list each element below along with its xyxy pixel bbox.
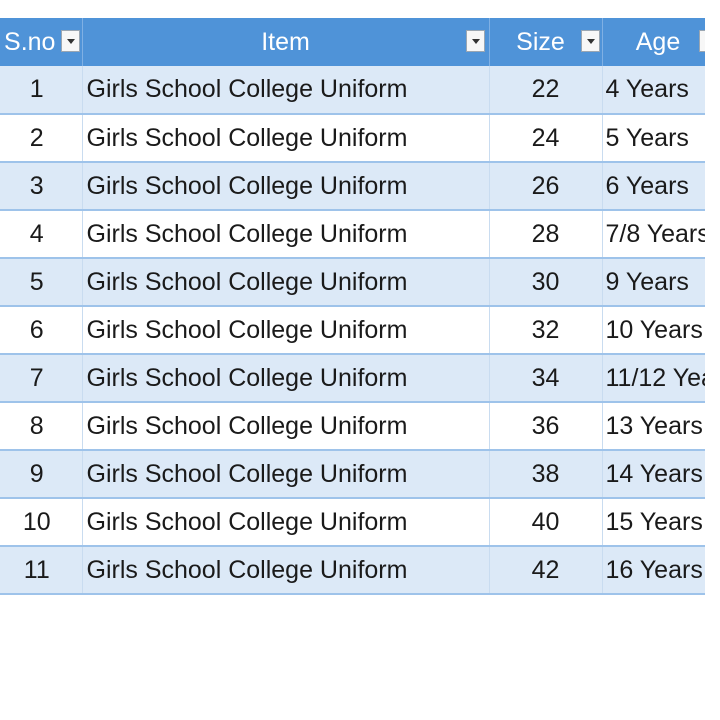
cell-sno[interactable]: 10 — [0, 498, 83, 547]
cell-item[interactable]: Girls School College Uniform — [82, 162, 490, 211]
cell-size[interactable]: 36 — [489, 402, 603, 451]
cell-sno[interactable]: 3 — [0, 162, 83, 211]
cell-age[interactable]: 15 Years — [602, 498, 705, 547]
header-sno: S.no — [0, 18, 83, 66]
cell-item[interactable]: Girls School College Uniform — [82, 210, 490, 259]
cell-sno[interactable]: 1 — [0, 66, 83, 115]
table-row: 4 Girls School College Uniform 28 7/8 Years — [0, 210, 705, 259]
cell-size[interactable]: 42 — [489, 546, 603, 595]
table-row: 5 Girls School College Uniform 30 9 Years — [0, 258, 705, 307]
cell-sno[interactable]: 5 — [0, 258, 83, 307]
header-sno-label: S.no — [4, 27, 56, 56]
cell-item[interactable]: Girls School College Uniform — [82, 450, 490, 499]
cell-age[interactable]: 4 Years — [602, 66, 705, 115]
header-row: S.no Item Size Age — [0, 18, 705, 66]
table-row: 11 Girls School College Uniform 42 16 Years — [0, 546, 705, 595]
cell-sno[interactable]: 2 — [0, 114, 83, 163]
table-row: 6 Girls School College Uniform 32 10 Years — [0, 306, 705, 355]
cell-age[interactable]: 10 Years — [602, 306, 705, 355]
cell-size[interactable]: 34 — [489, 354, 603, 403]
header-item: Item — [82, 18, 490, 66]
cell-item[interactable]: Girls School College Uniform — [82, 354, 490, 403]
cell-size[interactable]: 26 — [489, 162, 603, 211]
cell-sno[interactable]: 11 — [0, 546, 83, 595]
table-row: 10 Girls School College Uniform 40 15 Years — [0, 498, 705, 547]
cell-item[interactable]: Girls School College Uniform — [82, 498, 490, 547]
header-size-label: Size — [516, 27, 565, 56]
table-row: 1 Girls School College Uniform 22 4 Years — [0, 66, 705, 115]
cell-size[interactable]: 32 — [489, 306, 603, 355]
header-age: Age — [602, 18, 705, 66]
table-body: 1 Girls School College Uniform 22 4 Years 2 G… — [0, 66, 705, 595]
cell-age[interactable]: 6 Years — [602, 162, 705, 211]
cell-size[interactable]: 28 — [489, 210, 603, 259]
cell-sno[interactable]: 8 — [0, 402, 83, 451]
cell-size[interactable]: 40 — [489, 498, 603, 547]
filter-dropdown-arrow-icon[interactable] — [465, 30, 485, 52]
cell-age[interactable]: 16 Years — [602, 546, 705, 595]
cell-size[interactable]: 38 — [489, 450, 603, 499]
cell-age[interactable]: 13 Years — [602, 402, 705, 451]
cell-sno[interactable]: 6 — [0, 306, 83, 355]
table-row: 3 Girls School College Uniform 26 6 Years — [0, 162, 705, 211]
cell-size[interactable]: 24 — [489, 114, 603, 163]
cell-item[interactable]: Girls School College Uniform — [82, 306, 490, 355]
cell-sno[interactable]: 9 — [0, 450, 83, 499]
header-age-label: Age — [635, 27, 681, 56]
filter-dropdown-arrow-icon[interactable] — [698, 30, 705, 52]
cell-age[interactable]: 14 Years — [602, 450, 705, 499]
header-size: Size — [489, 18, 603, 66]
cell-item[interactable]: Girls School College Uniform — [82, 66, 490, 115]
size-chart-table: S.no Item Size Age 1 Girls School College… — [0, 18, 705, 595]
cell-sno[interactable]: 4 — [0, 210, 83, 259]
spreadsheet-table-region: S.no Item Size Age 1 Girls School College… — [0, 18, 705, 595]
cell-item[interactable]: Girls School College Uniform — [82, 258, 490, 307]
cell-sno[interactable]: 7 — [0, 354, 83, 403]
cell-age[interactable]: 11/12 Years — [602, 354, 705, 403]
cell-age[interactable]: 7/8 Years — [602, 210, 705, 259]
cell-age[interactable]: 9 Years — [602, 258, 705, 307]
table-row: 7Girls School College Uniform3411/12 Yea… — [0, 354, 705, 403]
table-row: 2 Girls School College Uniform 24 5 Years — [0, 114, 705, 163]
table-row: 9 Girls School College Uniform 38 14 Years — [0, 450, 705, 499]
cell-item[interactable]: Girls School College Uniform — [82, 546, 490, 595]
table-row: 8 Girls School College Uniform 36 13 Years — [0, 402, 705, 451]
cell-item[interactable]: Girls School College Uniform — [82, 402, 490, 451]
cell-item[interactable]: Girls School College Uniform — [82, 114, 490, 163]
cell-age[interactable]: 5 Years — [602, 114, 705, 163]
header-item-label: Item — [261, 27, 310, 56]
filter-dropdown-arrow-icon[interactable] — [580, 30, 600, 52]
filter-dropdown-arrow-icon[interactable] — [60, 30, 80, 52]
cell-size[interactable]: 22 — [489, 66, 603, 115]
cell-size[interactable]: 30 — [489, 258, 603, 307]
